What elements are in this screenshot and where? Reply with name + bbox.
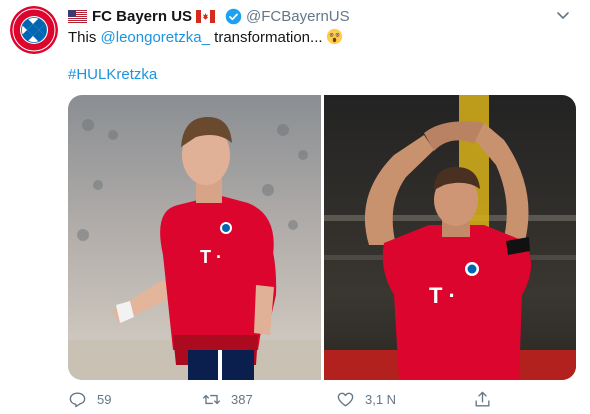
retweet-count: 387 [231,392,253,407]
media-grid: T · T · [68,95,576,380]
astonished-face-emoji-icon [326,28,342,45]
share-button[interactable] [473,390,502,409]
retweet-button[interactable]: 387 [202,390,253,409]
avatar[interactable] [10,6,58,54]
reply-count: 59 [97,392,112,407]
hashtag-link[interactable]: #HULKretzka [68,66,157,83]
sponsor-logo-left: T · [200,247,222,267]
photo-left[interactable]: T · [68,95,321,380]
mention-link[interactable]: @leongoretzka_ [101,29,210,46]
chevron-down-icon[interactable] [556,8,570,22]
verified-badge-icon [225,8,242,24]
tweet-text-prefix: This [68,29,101,46]
player-photo-left: T · [68,95,321,380]
sponsor-logo-right: T · [429,283,456,308]
tweet-header: FC Bayern US @FCBayernUS [68,6,570,26]
like-count: 3,1 N [365,392,397,407]
fc-bayern-logo [10,6,58,54]
reply-icon [69,392,86,408]
us-flag-icon [68,9,87,23]
reply-button[interactable]: 59 [68,390,111,409]
tweet-text-suffix: transformation... [209,29,323,46]
retweet-icon [202,394,221,405]
like-button[interactable]: 3,1 N [336,390,396,409]
display-name[interactable]: FC Bayern US [92,8,192,25]
player-photo-right: T · [324,95,576,380]
share-icon [475,391,490,407]
account-handle[interactable]: @FCBayernUS [246,8,350,25]
tweet-actions: 59 387 3,1 N [68,390,568,412]
photo-right[interactable]: T · [324,95,576,380]
canada-flag-icon [196,9,216,23]
tweet-text: This @leongoretzka_ transformation... [68,28,343,48]
hashtag-line: #HULKretzka [68,65,157,85]
like-icon [337,392,354,407]
